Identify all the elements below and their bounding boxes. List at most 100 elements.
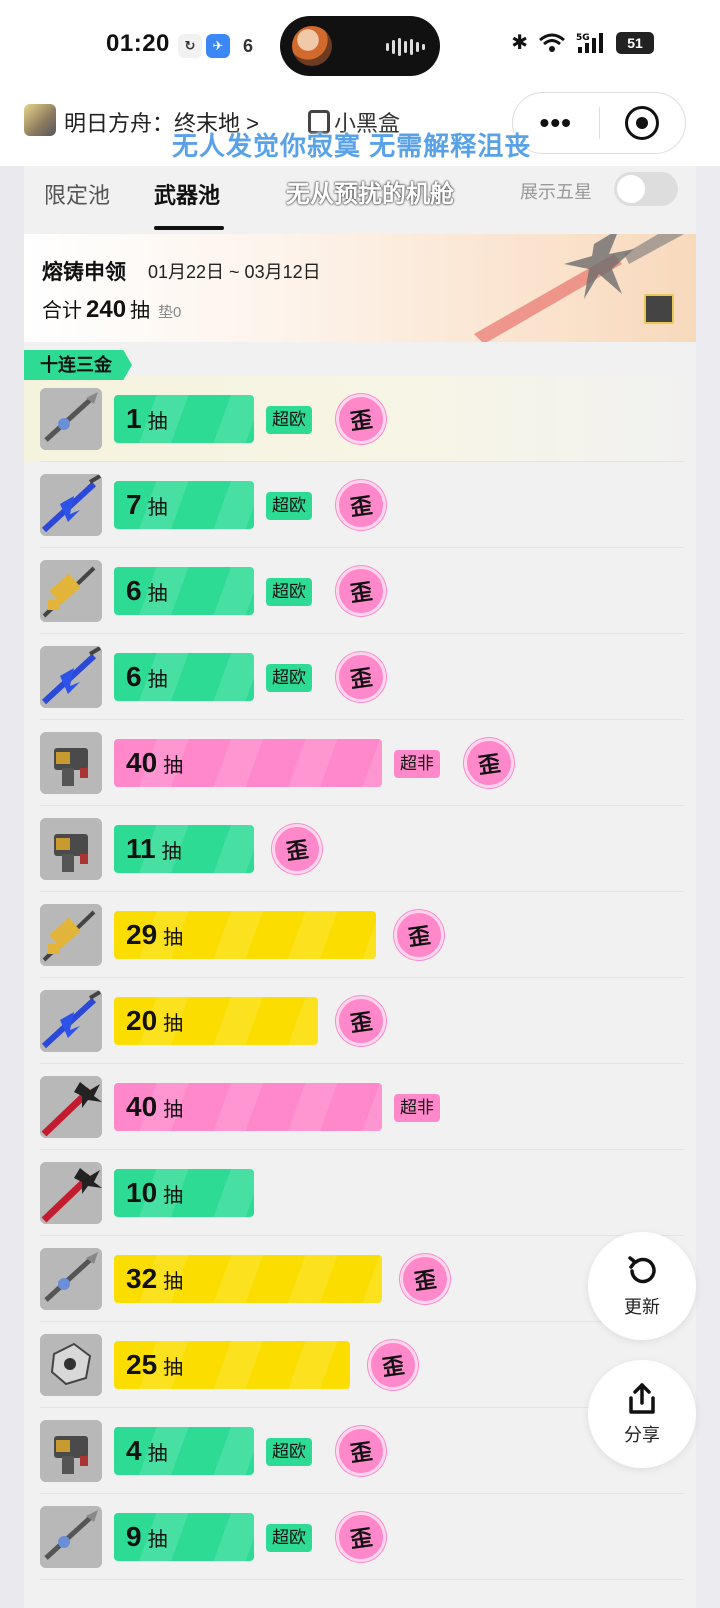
- total-count: 240: [86, 296, 127, 323]
- app-notification-icon: ↻: [178, 34, 202, 58]
- off-banner-badge: 歪: [364, 1336, 422, 1394]
- pull-record-row[interactable]: 6 抽超欧歪: [24, 634, 696, 720]
- share-label: 分享: [624, 1425, 660, 1445]
- off-banner-badge: 歪: [460, 734, 518, 792]
- wifi-icon: [539, 33, 565, 52]
- pull-record-row[interactable]: 40 抽超非歪: [24, 720, 696, 806]
- pull-count: 6: [126, 661, 142, 692]
- pull-count: 29: [126, 919, 158, 950]
- system-status: ✱ 5G 51: [511, 30, 654, 55]
- pull-count: 32: [126, 1263, 158, 1294]
- pull-count-bar: 32 抽: [114, 1255, 382, 1303]
- pull-record-row[interactable]: 40 抽超非: [24, 1064, 696, 1150]
- pull-count-bar: 4抽: [114, 1427, 254, 1475]
- luck-badge: 超欧: [266, 578, 312, 606]
- weapon-thumbnail: [40, 1334, 102, 1396]
- weapon-thumbnail: [40, 904, 102, 966]
- luck-badge: 超欧: [266, 1438, 312, 1466]
- off-banner-badge: 歪: [332, 1508, 390, 1566]
- pull-count: 25: [126, 1349, 158, 1380]
- audio-wave-icon: [386, 38, 425, 56]
- pull-count: 9: [126, 1521, 142, 1552]
- pool-name: 熔铸申领: [42, 261, 126, 284]
- show-five-star-label: 展示五星: [520, 182, 592, 202]
- pull-count-bar: 1抽: [114, 395, 254, 443]
- pull-count-bar: 6抽: [114, 653, 254, 701]
- pull-record-row[interactable]: 6 抽超欧歪: [24, 548, 696, 634]
- pull-unit: 抽: [147, 1529, 168, 1551]
- pull-count-bar: 9抽: [114, 1513, 254, 1561]
- pull-unit: 抽: [147, 411, 168, 433]
- pull-record-row[interactable]: 9 抽超欧歪: [24, 1494, 696, 1580]
- dynamic-island[interactable]: [280, 16, 440, 76]
- svg-text:5G: 5G: [576, 33, 590, 43]
- weapon-thumbnail: [40, 990, 102, 1052]
- pull-count-bar: 25 抽: [114, 1341, 350, 1389]
- pull-record-row[interactable]: 10 抽: [24, 1150, 696, 1236]
- pull-record-row[interactable]: 11 抽歪: [24, 806, 696, 892]
- pull-record-row[interactable]: 1 抽超欧歪: [24, 376, 696, 462]
- bird-notification-icon: ✈: [206, 34, 230, 58]
- weapon-thumbnail: [40, 474, 102, 536]
- weapon-thumbnail: [40, 1248, 102, 1310]
- pull-count-bar: 40 抽: [114, 739, 382, 787]
- pull-count-bar: 10 抽: [114, 1169, 254, 1217]
- pull-unit: 抽: [163, 1013, 184, 1035]
- pool-dates: 01月22日 ~ 03月12日: [148, 262, 321, 282]
- capsule-menu: •••: [512, 92, 686, 154]
- total-unit: 抽: [130, 300, 151, 322]
- show-five-star-toggle[interactable]: [614, 172, 678, 206]
- luck-badge: 超欧: [266, 1524, 312, 1552]
- pull-record-row[interactable]: 20 抽歪: [24, 978, 696, 1064]
- pull-unit: 抽: [161, 841, 182, 863]
- pull-count-bar: 11 抽: [114, 825, 254, 873]
- pull-unit: 抽: [147, 497, 168, 519]
- bluetooth-icon: ✱: [511, 32, 528, 54]
- pull-count: 20: [126, 1005, 158, 1036]
- weapon-thumbnail: [40, 646, 102, 708]
- weapon-thumbnail: [40, 732, 102, 794]
- pull-count: 1: [126, 403, 142, 434]
- featured-weapon-icon[interactable]: [644, 294, 674, 324]
- refresh-icon: [628, 1256, 656, 1284]
- off-banner-badge: 歪: [332, 390, 390, 448]
- weapon-thumbnail: [40, 560, 102, 622]
- banner-weapon-art: [474, 234, 684, 342]
- tab-limited-pool[interactable]: 限定池: [44, 178, 110, 210]
- share-icon: [629, 1383, 655, 1414]
- pull-count-bar: 20 抽: [114, 997, 318, 1045]
- pull-record-row[interactable]: 29 抽歪: [24, 892, 696, 978]
- pool-tabs: 限定池 武器池 无从预扰的机舱 展示五星: [24, 166, 696, 234]
- total-prefix: 合计: [42, 300, 82, 322]
- status-time: 01:20: [106, 30, 170, 57]
- off-banner-badge: 歪: [268, 820, 326, 878]
- pull-count-bar: 40 抽: [114, 1083, 382, 1131]
- refresh-button[interactable]: 更新: [588, 1232, 696, 1340]
- luck-badge: 超欧: [266, 664, 312, 692]
- pull-record-row[interactable]: 7 抽超欧歪: [24, 462, 696, 548]
- signal-icon: 5G: [576, 32, 603, 53]
- weapon-thumbnail: [40, 1506, 102, 1568]
- row-divider: [40, 1579, 684, 1580]
- luck-badge: 超非: [394, 1094, 440, 1122]
- close-miniprogram-button[interactable]: [600, 106, 686, 140]
- off-banner-badge: 歪: [332, 476, 390, 534]
- off-banner-badge: 歪: [332, 648, 390, 706]
- off-banner-badge: 歪: [332, 1422, 390, 1480]
- pull-count: 40: [126, 747, 158, 778]
- tab-weapon-pool[interactable]: 武器池: [154, 178, 220, 210]
- pull-count: 40: [126, 1091, 158, 1122]
- pull-count: 7: [126, 489, 142, 520]
- app-logo: [24, 104, 56, 136]
- weapon-thumbnail: [40, 818, 102, 880]
- pull-count: 6: [126, 575, 142, 606]
- pool-total: 合计 240 抽 垫0: [42, 294, 181, 324]
- luck-badge: 超非: [394, 750, 440, 778]
- pull-count: 10: [126, 1177, 158, 1208]
- share-button[interactable]: 分享: [588, 1360, 696, 1468]
- off-banner-badge: 歪: [396, 1250, 454, 1308]
- target-icon: [625, 106, 660, 140]
- pull-count-bar: 7抽: [114, 481, 254, 529]
- pull-unit: 抽: [163, 755, 184, 777]
- pull-count-bar: 29 抽: [114, 911, 376, 959]
